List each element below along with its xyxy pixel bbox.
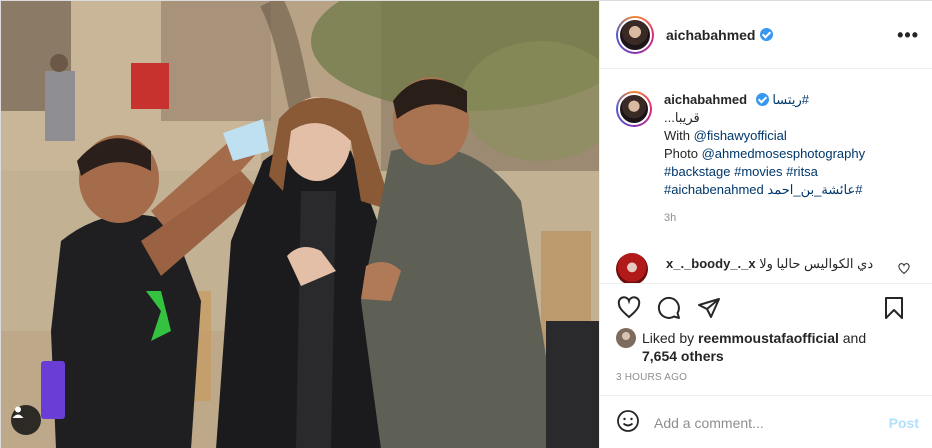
caption-avatar[interactable]: [616, 91, 652, 127]
photo-illustration: [1, 1, 599, 448]
post-photo[interactable]: [1, 1, 599, 448]
caption-text: aichabahmed #ريتسا قريبا... With @fishaw…: [664, 91, 865, 227]
post-caption: aichabahmed #ريتسا قريبا... With @fishaw…: [616, 91, 916, 227]
post-timestamp[interactable]: 3 hours ago: [616, 372, 687, 383]
likes-summary: Liked by reemmoustafaofficial and 7,654 …: [616, 328, 867, 365]
instagram-post-modal: aichabahmed ••• aichabahmed #ريتسا قريبا…: [0, 0, 932, 448]
verified-badge-icon: [755, 93, 769, 106]
with-mention-link[interactable]: @fishawyofficial: [694, 128, 787, 143]
with-label: With: [664, 128, 690, 143]
comment-heart-icon[interactable]: [898, 263, 910, 278]
verified-badge-icon: [760, 28, 774, 41]
add-comment-bar: Post: [600, 395, 932, 448]
comment-icon[interactable]: [656, 295, 682, 321]
liker-username[interactable]: reemmoustafaofficial: [698, 330, 839, 346]
likes-count[interactable]: 7,654 others: [642, 348, 724, 364]
emoji-icon[interactable]: [616, 409, 640, 436]
more-options-icon[interactable]: •••: [897, 25, 919, 46]
commenter-username[interactable]: x_._boody_._x: [666, 256, 756, 271]
comment-text-block: x_._boody_._x دي الكواليس حاليا ولا ...: [666, 255, 873, 283]
save-icon[interactable]: [881, 295, 907, 321]
add-comment-input[interactable]: [654, 414, 874, 431]
author-avatar[interactable]: [616, 15, 654, 54]
photo-mention-link[interactable]: @ahmedmosesphotography: [702, 146, 866, 161]
comment-body: دي الكواليس حاليا ولا: [759, 256, 874, 271]
hashtag-aichabenahmed[interactable]: #aichabenahmed: [664, 182, 764, 197]
author-username[interactable]: aichabahmed: [666, 27, 755, 43]
user-tag-icon[interactable]: [11, 405, 41, 435]
heart-icon[interactable]: [616, 295, 642, 321]
hashtag-aicha-ar[interactable]: #عائشة_بن_احمد: [767, 182, 862, 197]
commenter-avatar[interactable]: [616, 253, 648, 283]
post-comment-button[interactable]: Post: [889, 415, 919, 431]
hashtags-line-1[interactable]: #backstage #movies #ritsa: [664, 163, 865, 181]
caption-username[interactable]: aichabahmed: [664, 92, 747, 107]
caption-timestamp[interactable]: 3h: [664, 209, 865, 227]
caption-line-soon: قريبا...: [664, 110, 700, 125]
comment-overflow: ...: [666, 274, 677, 283]
likes-and: and: [842, 330, 867, 346]
photo-label: Photo: [664, 146, 698, 161]
caption-hashtag-ritsa-ar[interactable]: #ريتسا: [772, 92, 809, 107]
post-details-panel: aichabahmed ••• aichabahmed #ريتسا قريبا…: [599, 1, 932, 448]
comment-item: x_._boody_._x دي الكواليس حاليا ولا ...: [616, 253, 916, 283]
liker-avatar[interactable]: [616, 328, 636, 348]
liked-by-label: Liked by: [642, 330, 695, 346]
share-icon[interactable]: [696, 295, 722, 321]
post-header: aichabahmed •••: [600, 1, 932, 69]
post-actions: [600, 283, 932, 332]
